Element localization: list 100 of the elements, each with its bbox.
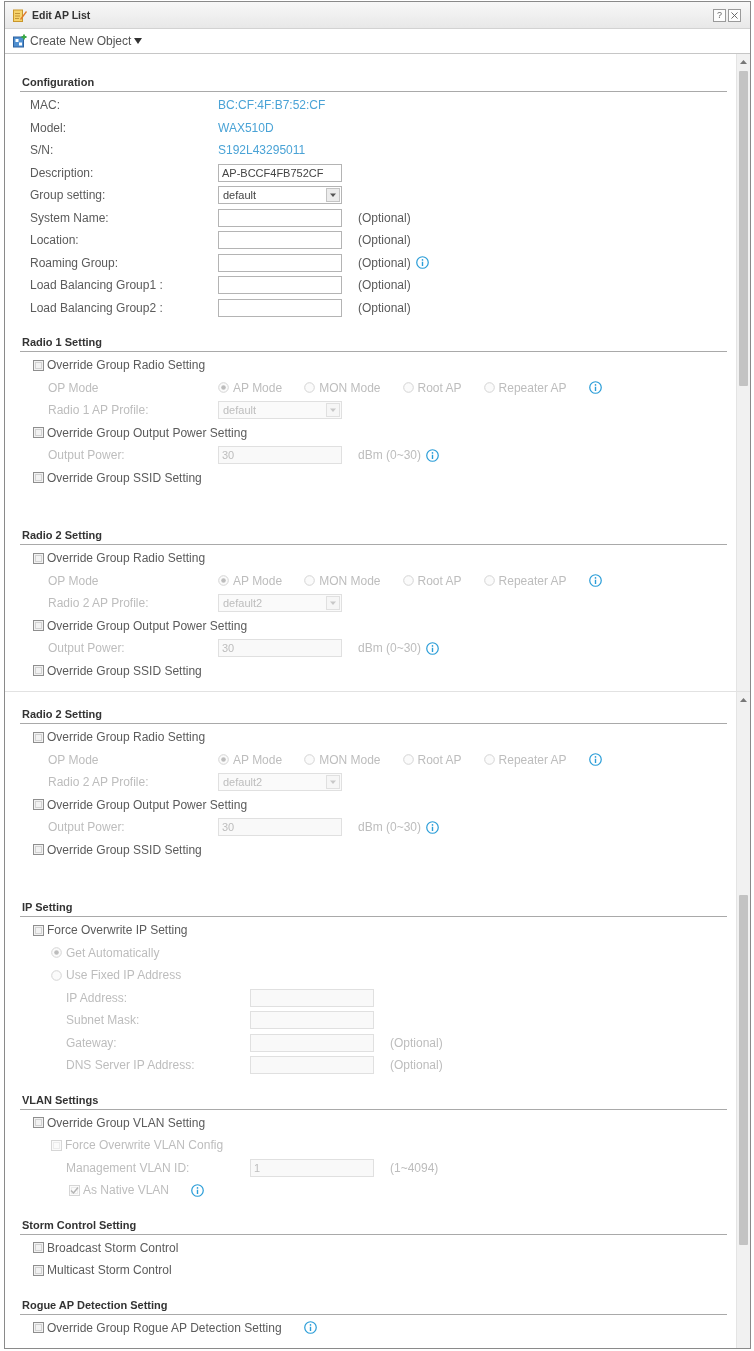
field-label: DNS Server IP Address: <box>66 1058 196 1073</box>
info-icon[interactable] <box>303 1321 317 1335</box>
field-label: Load Balancing Group1 : <box>30 278 164 293</box>
checkbox-label: Multicast Storm Control <box>47 1263 172 1278</box>
text-field[interactable] <box>218 208 342 227</box>
notepad-pencil-icon <box>13 8 27 22</box>
field-label: Radio 1 AP Profile: <box>48 403 150 418</box>
checkbox[interactable] <box>33 844 44 856</box>
scrollbar-thumb[interactable] <box>739 71 748 386</box>
checkbox[interactable] <box>33 359 44 371</box>
up-arrow-icon[interactable] <box>740 698 747 702</box>
caret-icon <box>326 775 340 790</box>
checkbox[interactable] <box>33 1322 44 1334</box>
field-label: Group setting: <box>30 188 107 203</box>
text-field[interactable] <box>218 231 342 250</box>
caret-icon <box>326 403 340 418</box>
radio-label: Get Automatically <box>66 945 160 960</box>
field-label: Subnet Mask: <box>66 1013 141 1028</box>
close-icon <box>731 11 738 19</box>
checkbox[interactable] <box>33 472 44 484</box>
checkbox[interactable] <box>33 731 44 743</box>
section-title: IP Setting <box>22 901 73 913</box>
checkbox[interactable] <box>33 427 44 439</box>
field-hint: (Optional) <box>358 210 411 225</box>
checkbox-label: Override Group Rogue AP Detection Setting <box>47 1320 282 1335</box>
radio-label: AP Mode <box>233 380 283 395</box>
checkbox-label: Override Group Output Power Setting <box>47 797 248 812</box>
caret-icon <box>326 188 340 203</box>
field-hint: dBm (0~30) <box>358 448 422 463</box>
checkbox-label: Force Overwrite VLAN Config <box>65 1138 224 1153</box>
close-button[interactable] <box>728 8 741 22</box>
field-hint: (Optional) <box>358 233 411 248</box>
checkbox[interactable] <box>33 665 44 677</box>
field-hint: (Optional) <box>390 1035 443 1050</box>
checkbox[interactable] <box>33 620 44 632</box>
add-object-icon <box>13 34 27 48</box>
text-field[interactable] <box>218 276 342 295</box>
field-label: Model: <box>30 120 68 135</box>
field-hint: (Optional) <box>358 300 411 315</box>
field-label: MAC: <box>30 98 61 113</box>
field-label: Location: <box>30 233 80 248</box>
window-title: Edit AP List <box>32 9 91 21</box>
checkbox-label: Override Group SSID Setting <box>47 663 202 678</box>
scrollbar[interactable] <box>736 692 750 1348</box>
dropdown[interactable]: default <box>218 186 342 205</box>
checkbox[interactable] <box>33 552 44 564</box>
info-icon[interactable] <box>415 256 429 270</box>
create-object-menu[interactable]: Create New Object <box>11 33 145 49</box>
radio-label: Root AP <box>417 752 462 767</box>
field-hint: (Optional) <box>358 255 411 270</box>
checkbox-label: Override Group SSID Setting <box>47 470 202 485</box>
field-label: Description: <box>30 165 95 180</box>
section-title: Storm Control Setting <box>22 1218 137 1231</box>
checkbox-label: Override Group SSID Setting <box>47 842 202 857</box>
help-button[interactable]: ? <box>713 8 726 22</box>
field-value: WAX510D <box>218 120 274 135</box>
checkbox-label: Override Group Radio Setting <box>47 551 206 566</box>
field-hint: dBm (0~30) <box>358 641 422 656</box>
field-label: System Name: <box>30 210 110 225</box>
field-label: Radio 2 AP Profile: <box>48 775 150 790</box>
radio-label: AP Mode <box>233 752 283 767</box>
section-title: Radio 2 Setting <box>22 708 103 720</box>
caret-icon <box>326 596 340 611</box>
radio-label: Root AP <box>417 573 462 588</box>
checkbox-label: Override Group Output Power Setting <box>47 425 248 440</box>
checkbox-label: Override Group Radio Setting <box>47 358 206 373</box>
field-label: OP Mode <box>48 573 100 588</box>
text-field[interactable] <box>218 298 342 317</box>
caret-icon <box>134 38 143 44</box>
field-value: S192L43295011 <box>218 143 306 158</box>
scrollbar[interactable] <box>736 54 750 691</box>
field-hint: dBm (0~30) <box>358 820 422 835</box>
checkbox[interactable] <box>33 799 44 811</box>
checkbox-label: As Native VLAN <box>83 1183 170 1198</box>
section-title: Radio 2 Setting <box>22 529 103 541</box>
checkbox[interactable] <box>33 924 44 936</box>
field-label: S/N: <box>30 143 55 158</box>
checkbox[interactable] <box>33 1242 44 1254</box>
text-field[interactable]: AP-BCCF4FB752CF <box>218 163 342 182</box>
radio-label: AP Mode <box>233 573 283 588</box>
section-title: Radio 1 Setting <box>22 336 103 348</box>
radio-label: Repeater AP <box>498 752 567 767</box>
radio-label: MON Mode <box>319 752 381 767</box>
field-label: Load Balancing Group2 : <box>30 300 164 315</box>
checkbox-label: Override Group VLAN Setting <box>47 1115 206 1130</box>
field-label: Roaming Group: <box>30 255 120 270</box>
field-label: Output Power: <box>48 641 126 656</box>
up-arrow-icon[interactable] <box>740 60 747 64</box>
field-label: Output Power: <box>48 820 126 835</box>
text-field[interactable] <box>218 253 342 272</box>
radio-label: Root AP <box>417 380 462 395</box>
checkbox[interactable] <box>33 1264 44 1276</box>
scrollbar-thumb[interactable] <box>739 895 748 1245</box>
radio-label: MON Mode <box>319 380 381 395</box>
radio-label: Use Fixed IP Address <box>66 968 182 983</box>
field-hint: (Optional) <box>390 1058 443 1073</box>
field-hint: (Optional) <box>358 278 411 293</box>
radio-label: Repeater AP <box>498 573 567 588</box>
field-value: BC:CF:4F:B7:52:CF <box>218 98 326 113</box>
checkbox[interactable] <box>33 1117 44 1129</box>
